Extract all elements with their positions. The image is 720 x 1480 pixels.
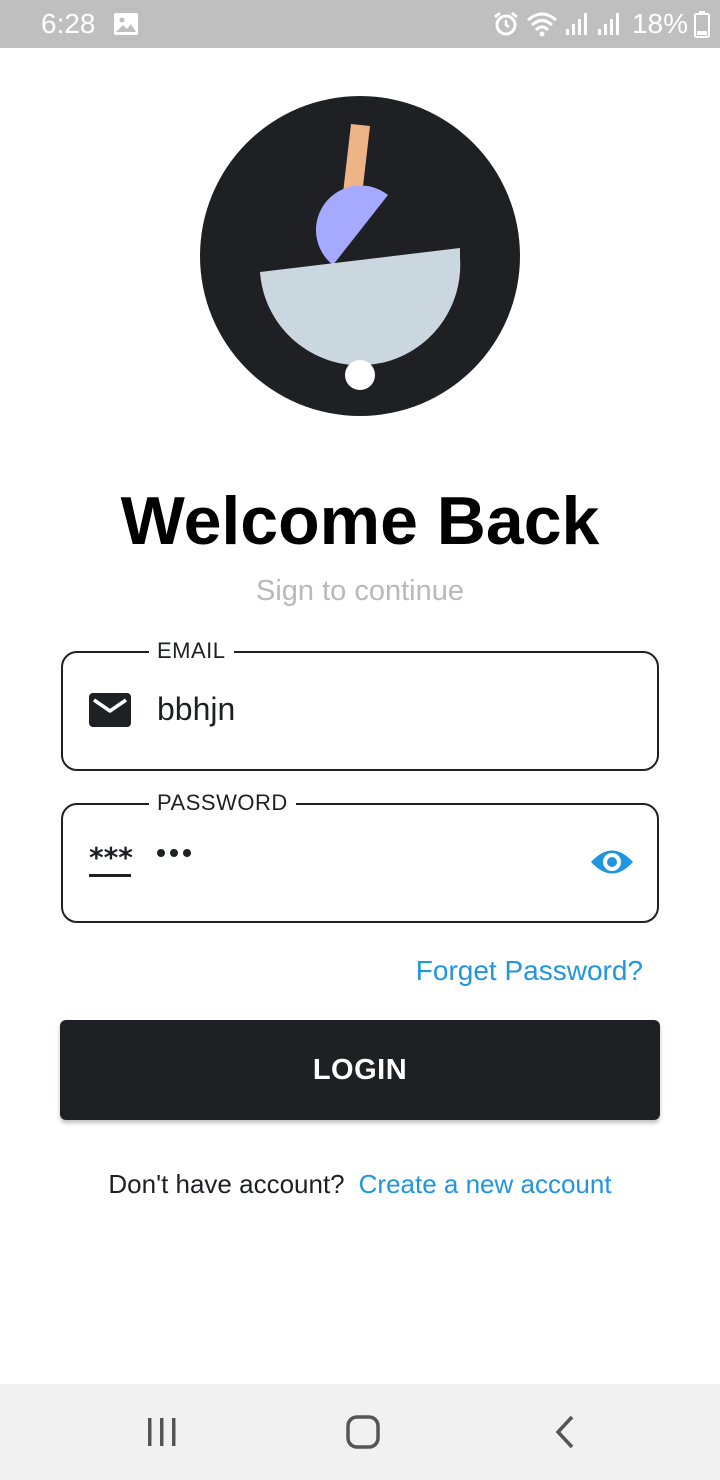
email-field[interactable]: EMAIL bbhjn: [61, 637, 659, 771]
home-icon[interactable]: [333, 1408, 393, 1456]
page-title: Welcome Back: [120, 483, 600, 559]
create-account-link[interactable]: Create a new account: [359, 1169, 612, 1199]
page-subtitle: Sign to continue: [256, 575, 464, 607]
back-icon[interactable]: [535, 1408, 595, 1456]
svg-text:***: ***: [89, 845, 133, 874]
battery-percent: 18%: [631, 8, 688, 39]
alarm-icon: [492, 10, 520, 38]
signal-icon: [564, 11, 590, 37]
signup-prompt: Don't have account?: [108, 1169, 345, 1199]
status-bar: 6:28 18%: [0, 0, 720, 48]
forgot-password-link[interactable]: Forget Password?: [416, 952, 643, 990]
login-button[interactable]: LOGIN: [60, 1020, 660, 1120]
password-label: PASSWORD: [149, 789, 296, 817]
email-icon: [89, 693, 131, 732]
battery-icon: [694, 10, 710, 38]
password-field[interactable]: PASSWORD ***: [61, 789, 659, 923]
email-label: EMAIL: [149, 637, 234, 665]
app-logo: [200, 96, 520, 416]
system-nav-bar: [0, 1384, 720, 1480]
status-indicators: 18%: [492, 8, 710, 40]
password-icon: ***: [89, 841, 133, 884]
signal-icon: [596, 11, 622, 37]
password-input[interactable]: [157, 849, 191, 857]
status-time: 6:28: [41, 8, 96, 39]
signup-row: Don't have account? Create a new account: [0, 1166, 720, 1202]
eye-icon[interactable]: [589, 845, 635, 884]
recents-icon[interactable]: [132, 1408, 192, 1456]
wifi-icon: [526, 10, 558, 38]
gallery-icon: [113, 12, 139, 41]
email-input[interactable]: bbhjn: [157, 689, 235, 729]
